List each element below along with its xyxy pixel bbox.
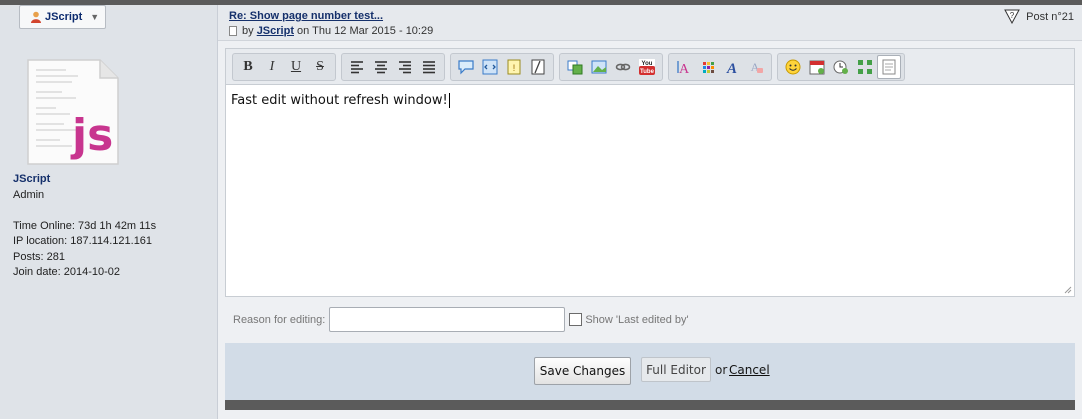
post-meta: by JScript on Thu 12 Mar 2015 - 10:29: [229, 25, 433, 37]
post-header: Re: Show page number test... by JScript …: [218, 5, 1082, 41]
post-number: ? Post n°21: [1004, 9, 1074, 24]
alignment-group: [341, 52, 445, 81]
fullscreen-icon[interactable]: [853, 55, 877, 79]
post-title[interactable]: Re: Show page number test...: [229, 10, 383, 22]
avatar: js: [27, 59, 119, 165]
font-group: A A A: [668, 52, 772, 81]
svg-text:!: !: [513, 63, 516, 73]
stat-join-date: Join date: 2014-10-02: [13, 266, 121, 278]
stat-posts: Posts: 281: [13, 251, 65, 263]
stat-ip-location: IP location: 187.114.121.161: [13, 235, 153, 247]
text-cursor: [448, 93, 450, 108]
align-right-icon[interactable]: [393, 55, 417, 79]
insert-group: You Tube: [559, 52, 663, 81]
source-icon[interactable]: [877, 54, 901, 79]
link-icon[interactable]: [611, 55, 635, 79]
bold-icon[interactable]: B: [236, 55, 260, 79]
svg-text:js: js: [70, 110, 113, 161]
erase-format-icon[interactable]: A: [744, 55, 768, 79]
editor-textarea[interactable]: Fast edit without refresh window!: [225, 84, 1075, 297]
italic-icon[interactable]: I: [260, 55, 284, 79]
reason-label: Reason for editing:: [233, 313, 326, 326]
document-icon: [229, 26, 237, 36]
text-style-group: B I U S: [232, 52, 336, 81]
svg-text:A: A: [726, 61, 737, 76]
smiley-icon[interactable]: [781, 55, 805, 79]
post-date: on Thu 12 Mar 2015 - 10:29: [297, 25, 434, 37]
svg-text:A: A: [679, 62, 690, 76]
user-menu-label: JScript: [45, 11, 83, 23]
profile-name[interactable]: JScript: [13, 173, 50, 185]
align-center-icon[interactable]: [369, 55, 393, 79]
quote-icon[interactable]: [454, 55, 478, 79]
underline-icon[interactable]: U: [284, 55, 308, 79]
save-changes-button[interactable]: Save Changes: [534, 357, 631, 385]
question-icon[interactable]: ?: [1004, 9, 1021, 24]
misc-group: [777, 52, 905, 81]
reason-row: Reason for editing: Show 'Last edited by…: [233, 307, 689, 332]
editor-toolbar: B I U S ! You Tube A A A: [225, 48, 1075, 84]
svg-text:Tube: Tube: [640, 69, 655, 75]
time-icon[interactable]: [829, 55, 853, 79]
bottom-bar: [225, 400, 1075, 410]
resize-grip-icon[interactable]: [1064, 286, 1072, 294]
image-icon[interactable]: [587, 55, 611, 79]
action-bar: Save Changes Full Editor or Cancel: [225, 343, 1075, 400]
profile-rank: Admin: [13, 189, 45, 201]
justify-icon[interactable]: [417, 55, 441, 79]
color-icon[interactable]: [696, 55, 720, 79]
author-link[interactable]: JScript: [257, 25, 294, 37]
date-icon[interactable]: [805, 55, 829, 79]
svg-text:?: ?: [1010, 11, 1015, 20]
font-family-icon[interactable]: A: [720, 55, 744, 79]
table-icon[interactable]: [563, 55, 587, 79]
full-editor-button[interactable]: Full Editor: [641, 357, 711, 382]
youtube-icon[interactable]: You Tube: [635, 55, 659, 79]
chevron-down-icon: ▼: [90, 12, 100, 22]
hide-icon[interactable]: [526, 55, 550, 79]
or-text: or: [715, 363, 728, 377]
user-icon: [31, 11, 41, 23]
stat-time-online: Time Online: 73d 1h 42m 11s: [13, 220, 157, 232]
reason-input[interactable]: [329, 307, 566, 332]
block-group: !: [450, 52, 554, 81]
strikethrough-icon[interactable]: S: [308, 55, 332, 79]
show-last-edited-label: Show 'Last edited by': [585, 313, 689, 326]
editor-content: Fast edit without refresh window!: [231, 93, 448, 108]
cancel-link[interactable]: Cancel: [729, 363, 770, 377]
user-menu-button[interactable]: JScript ▼: [19, 5, 106, 29]
align-left-icon[interactable]: [345, 55, 369, 79]
font-size-icon[interactable]: A: [672, 55, 696, 79]
show-last-edited-checkbox[interactable]: [569, 313, 583, 326]
code-icon[interactable]: [478, 55, 502, 79]
spoiler-icon[interactable]: !: [502, 55, 526, 79]
